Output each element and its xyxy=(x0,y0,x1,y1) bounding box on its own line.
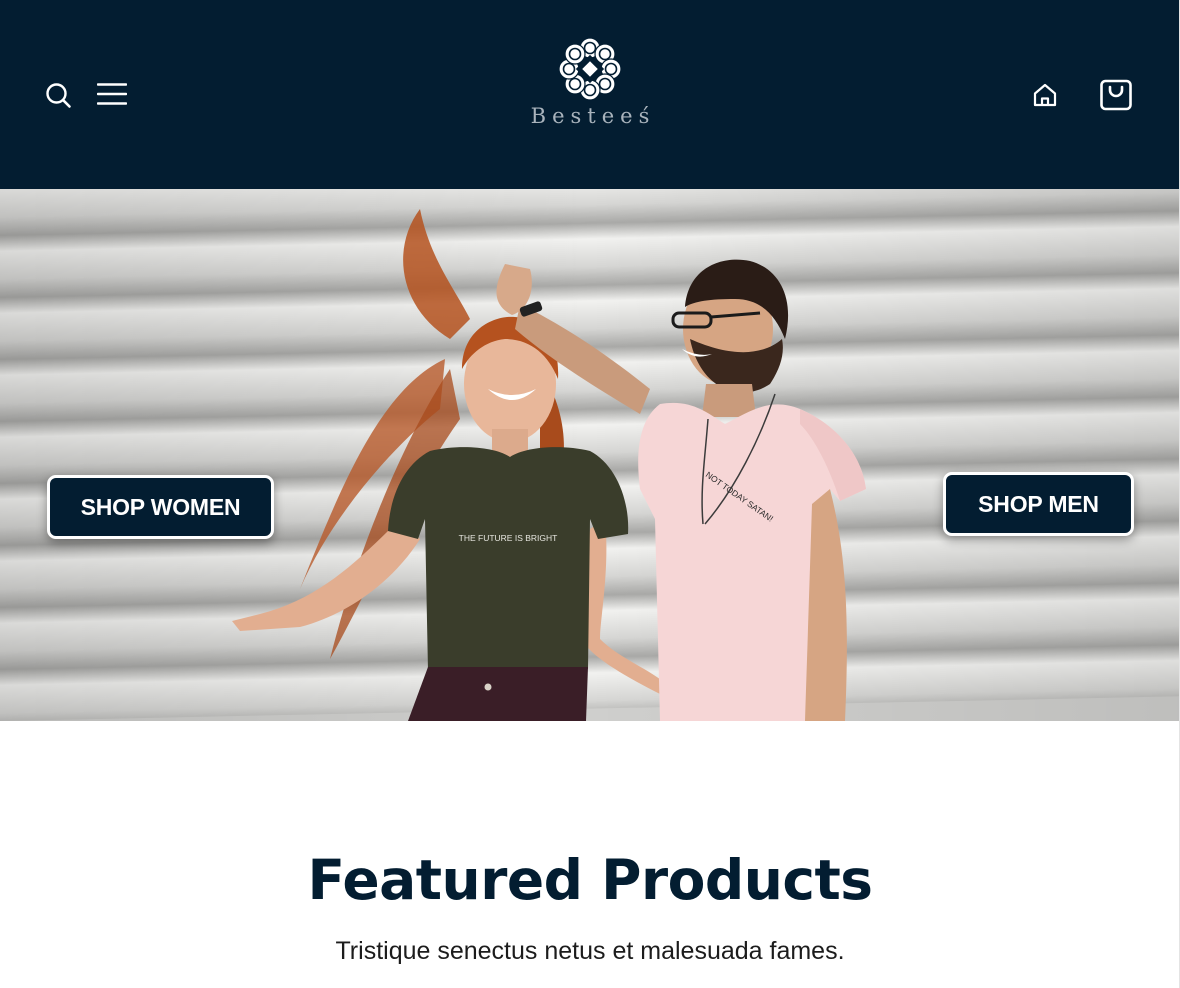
shop-women-button[interactable]: SHOP WOMEN xyxy=(47,475,274,539)
brand-logo[interactable]: Besteeś xyxy=(510,36,670,136)
brand-name: Besteeś xyxy=(530,104,656,128)
hero-banner: THE FUTURE IS BRIGHT NOT TODAY SATAN! SH… xyxy=(0,189,1179,721)
featured-products-title: Featured Products xyxy=(307,848,873,912)
featured-products-subtitle: Tristique senectus netus et malesuada fa… xyxy=(335,937,845,965)
hamburger-menu-icon[interactable] xyxy=(96,82,128,106)
site-header: Besteeś xyxy=(0,0,1179,189)
women-shirt-print: THE FUTURE IS BRIGHT xyxy=(459,533,558,543)
search-icon[interactable] xyxy=(44,81,72,109)
logo-mark-icon xyxy=(558,37,622,101)
shopping-bag-icon[interactable] xyxy=(1099,78,1133,112)
home-icon[interactable] xyxy=(1032,82,1058,108)
shop-men-button[interactable]: SHOP MEN xyxy=(943,472,1134,536)
hero-image: THE FUTURE IS BRIGHT NOT TODAY SATAN! xyxy=(0,189,1179,721)
